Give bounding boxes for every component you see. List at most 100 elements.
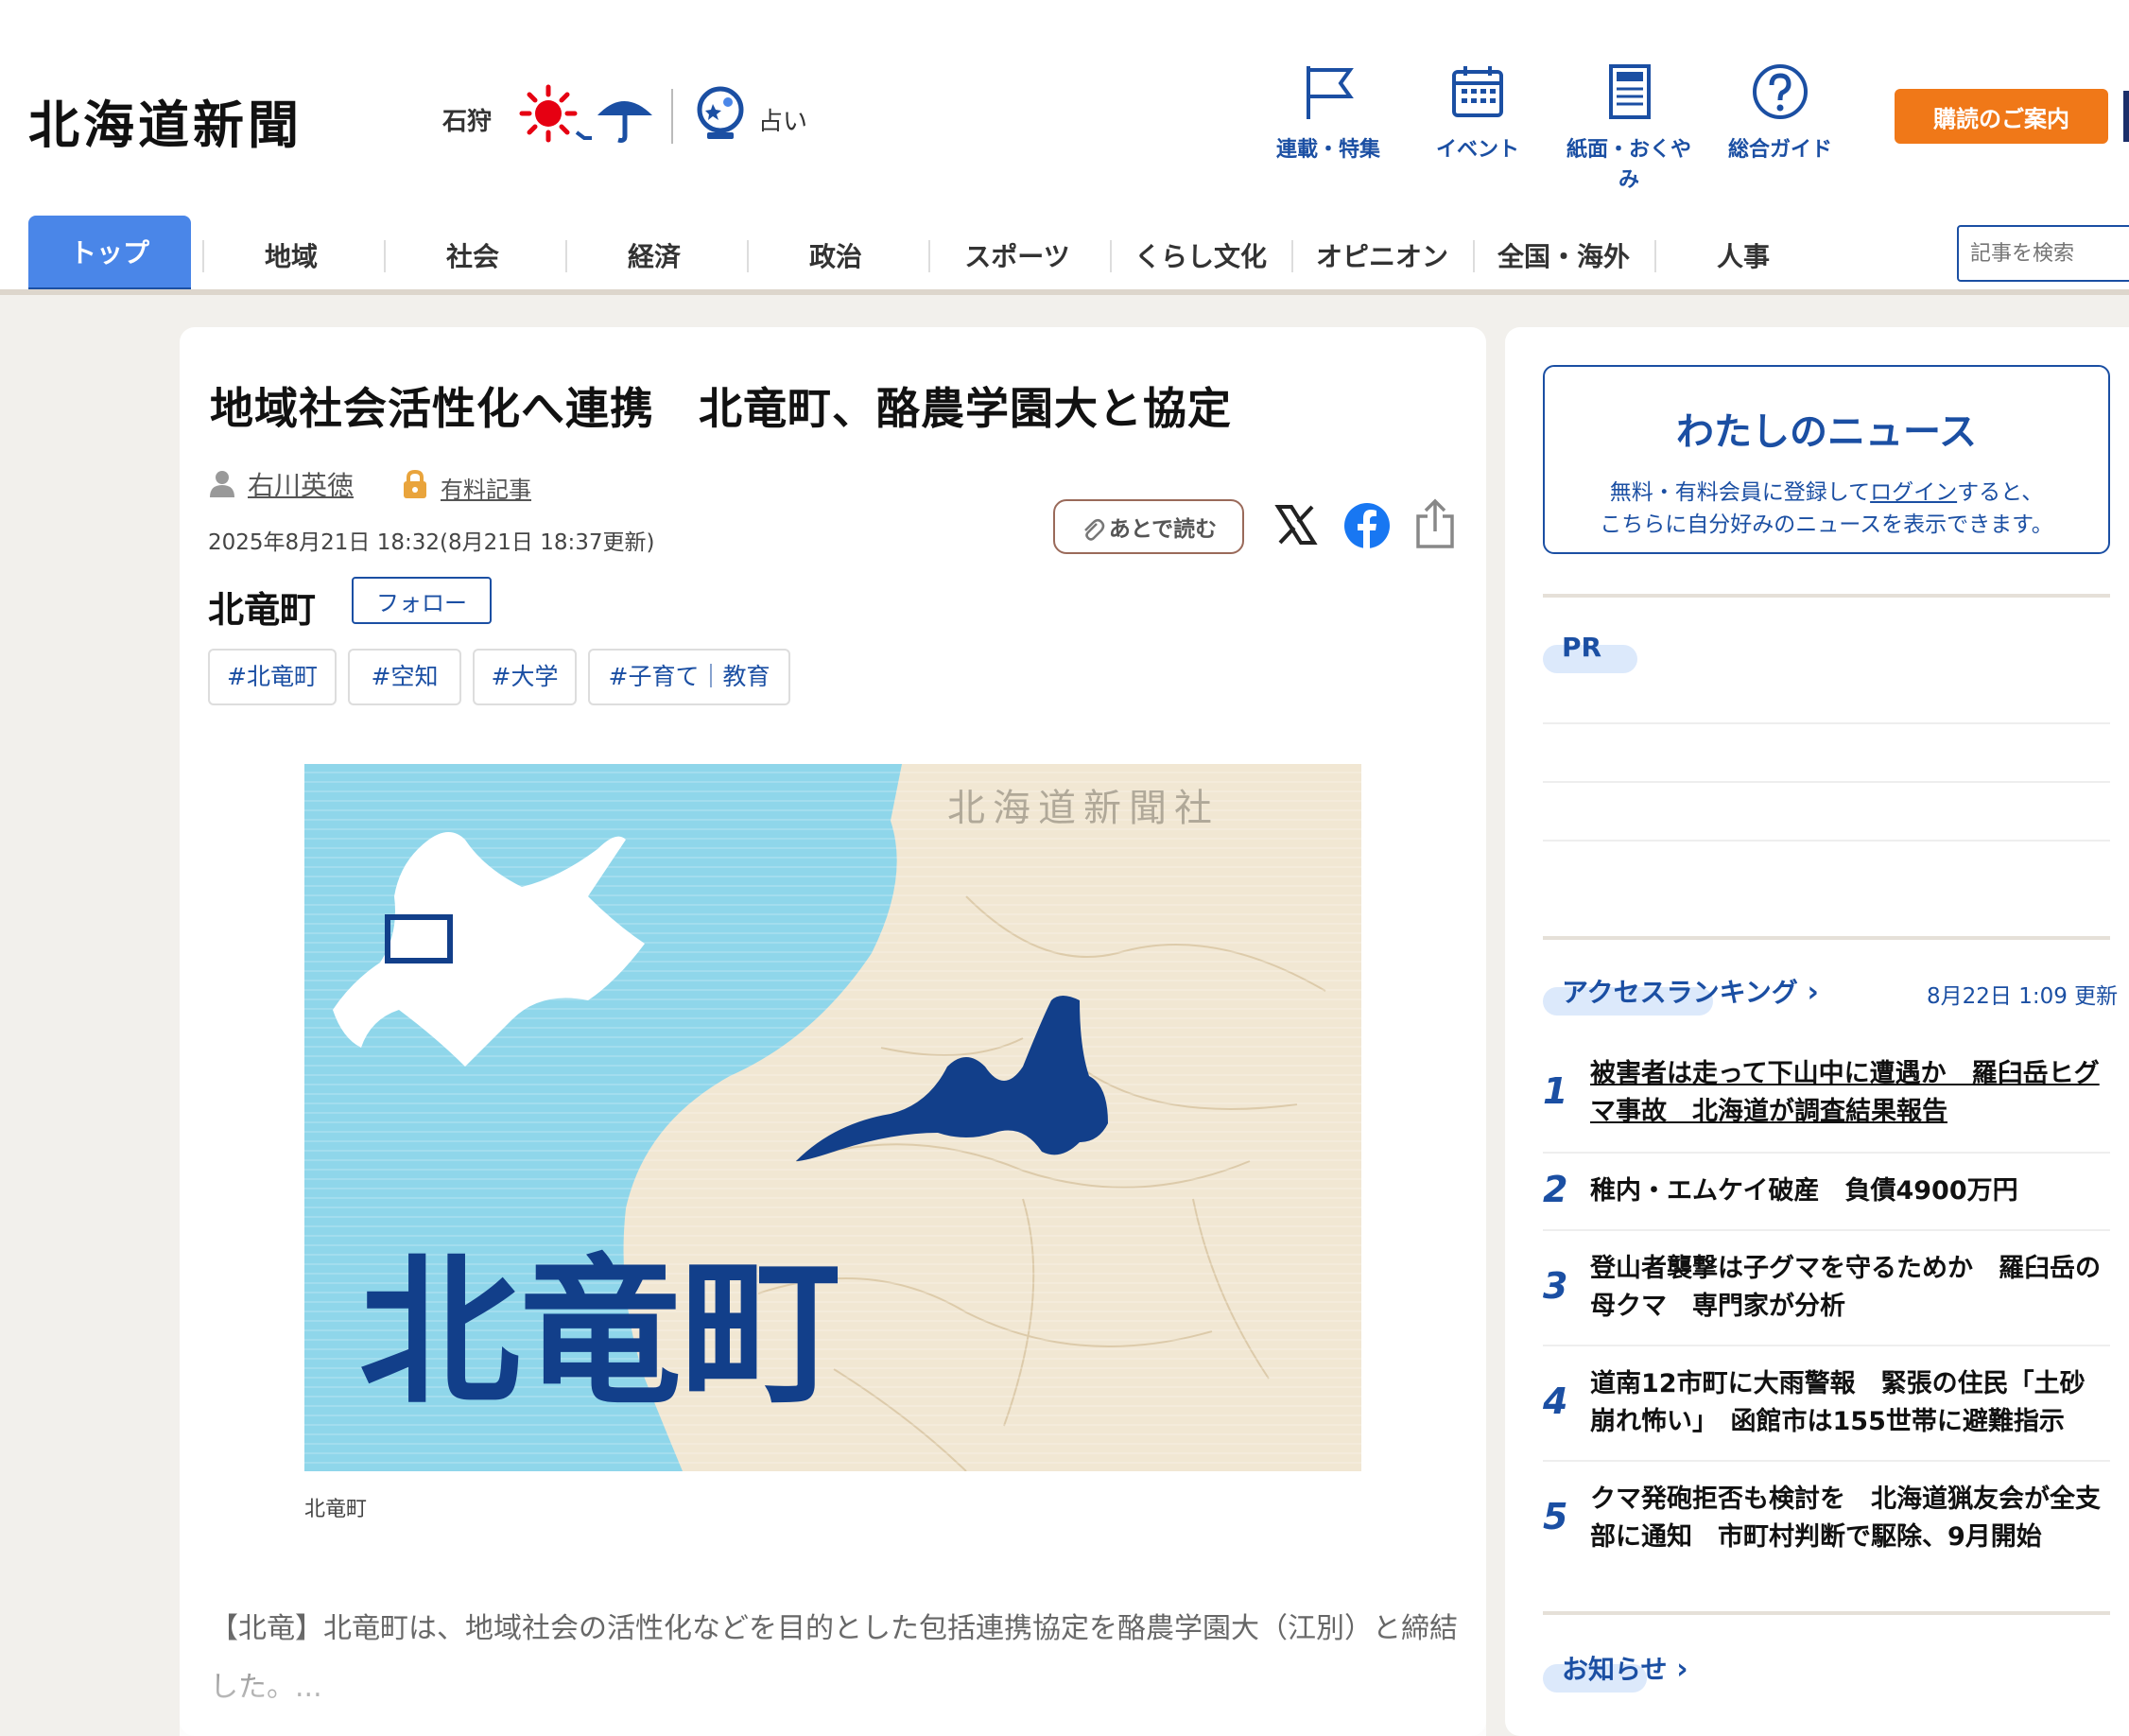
notice-title-link[interactable]: お知らせ › xyxy=(1562,1649,1688,1687)
tab-society[interactable]: 社会 xyxy=(391,238,554,276)
ranking-divider xyxy=(1543,1345,2110,1346)
author-link[interactable]: 右川英徳 xyxy=(248,465,354,503)
notice-title: お知らせ xyxy=(1562,1654,1668,1685)
article-title: 地域社会活性化へ連携 北竜町、酪農学園大と協定 xyxy=(210,383,1232,434)
my-news-text: すると、 xyxy=(1957,480,2044,505)
pr-slot-divider xyxy=(1543,840,2110,842)
tab-sports[interactable]: スポーツ xyxy=(936,238,1099,276)
my-news-text: 無料・有料会員に登録して xyxy=(1609,480,1871,505)
header-divider xyxy=(671,89,673,144)
read-later-button[interactable]: あとで読む xyxy=(1053,499,1244,554)
weather-region[interactable]: 石狩 xyxy=(442,102,492,137)
tab-divider xyxy=(928,240,930,272)
paid-article-badge[interactable]: 有料記事 xyxy=(441,471,531,504)
town-topic-name[interactable]: 北竜町 xyxy=(208,581,316,633)
tab-divider xyxy=(565,240,567,272)
paperclip-icon xyxy=(1083,518,1105,541)
article-card: 地域社会活性化へ連携 北竜町、酪農学園大と協定 右川英徳 有料記事 2025年8… xyxy=(180,327,1486,1736)
calendar-icon xyxy=(1452,66,1503,117)
nav-paper-obituaries[interactable]: 紙面・おくやみ xyxy=(1558,61,1700,193)
site-header: 北海道新聞 石狩 占い 連載・特集 イベント 紙面・おくやみ 総合ガイド 購読の… xyxy=(0,0,2129,295)
fortune-crystal-ball-icon[interactable] xyxy=(692,85,749,142)
ranking-divider xyxy=(1543,1152,2110,1154)
chevron-right-icon: › xyxy=(1807,976,1819,1009)
ranking-number: 5 xyxy=(1543,1496,1568,1537)
ranking-title-link[interactable]: アクセスランキング › xyxy=(1562,972,1819,1010)
ranking-item[interactable]: 4 道南12市町に大雨警報 緊張の住民「土砂崩れ怖い」 函館市は155世帯に避難… xyxy=(1543,1365,2110,1479)
ranking-item[interactable]: 5 クマ発砲拒否も検討を 北海道猟友会が全支部に通知 市町村判断で駆除、9月開始 xyxy=(1543,1481,2110,1594)
tab-economy[interactable]: 経済 xyxy=(573,238,736,276)
ranking-headline[interactable]: 道南12市町に大雨警報 緊張の住民「土砂崩れ怖い」 函館市は155世帯に避難指示 xyxy=(1590,1365,2101,1441)
side-divider xyxy=(1543,594,2110,598)
facebook-share-icon[interactable] xyxy=(1342,501,1392,550)
nav-events[interactable]: イベント xyxy=(1407,61,1549,163)
tab-life-culture[interactable]: くらし文化 xyxy=(1114,238,1288,276)
tab-divider xyxy=(1473,240,1475,272)
nav-general-guide[interactable]: 総合ガイド xyxy=(1709,61,1851,163)
pr-label: PR xyxy=(1562,632,1602,663)
site-logo[interactable]: 北海道新聞 xyxy=(28,83,303,158)
tab-divider xyxy=(202,240,204,272)
tab-divider xyxy=(1291,240,1293,272)
ranking-number: 1 xyxy=(1543,1070,1568,1112)
tab-national-overseas[interactable]: 全国・海外 xyxy=(1477,238,1651,276)
share-icon[interactable] xyxy=(1412,497,1458,550)
nav-series-features[interactable]: 連載・特集 xyxy=(1257,61,1399,163)
paywall-fade xyxy=(180,1632,1486,1736)
ranking-title: アクセスランキング xyxy=(1562,977,1798,1008)
tab-top[interactable]: トップ xyxy=(28,216,191,295)
tab-personnel[interactable]: 人事 xyxy=(1662,238,1825,276)
tab-divider xyxy=(1654,240,1656,272)
follow-button[interactable]: フォロー xyxy=(352,577,492,624)
tab-politics[interactable]: 政治 xyxy=(754,238,917,276)
tab-divider xyxy=(384,240,386,272)
nav-events-label: イベント xyxy=(1435,138,1519,162)
person-icon xyxy=(210,471,234,497)
ranking-item[interactable]: 3 登山者襲撃は子グマを守るためか 羅臼岳の母クマ 専門家が分析 xyxy=(1543,1250,2110,1363)
my-news-description: 無料・有料会員に登録してログインすると、 こちらに自分好みのニュースを表示できま… xyxy=(1545,477,2108,541)
tag-parenting-education[interactable]: #子育て｜教育 xyxy=(588,649,790,705)
ranking-updated-time: 8月22日 1:09 更新 xyxy=(1927,984,2119,1009)
category-nav: トップ 地域 社会 経済 政治 スポーツ くらし文化 オピニオン 全国・海外 人… xyxy=(0,216,2129,295)
publish-date: 2025年8月21日 18:32(8月21日 18:37更新) xyxy=(208,530,655,555)
flag-icon xyxy=(1307,66,1354,119)
tab-divider xyxy=(1110,240,1112,272)
tab-opinion[interactable]: オピニオン xyxy=(1295,238,1469,276)
tag-hokuryu[interactable]: #北竜町 xyxy=(208,649,337,705)
ranking-number: 2 xyxy=(1543,1169,1568,1210)
x-share-icon[interactable] xyxy=(1272,501,1320,548)
map-watermark: 北海道新聞社 xyxy=(947,787,1220,830)
ranking-headline[interactable]: 稚内・エムケイ破産 負債4900万円 xyxy=(1590,1172,2101,1210)
my-news-title: わたしのニュース xyxy=(1676,410,1977,454)
nav-underline xyxy=(0,289,2129,295)
ranking-headline[interactable]: クマ発砲拒否も検討を 北海道猟友会が全支部に通知 市町村判断で駆除、9月開始 xyxy=(1590,1481,2101,1556)
chevron-right-icon: › xyxy=(1676,1653,1688,1686)
nav-series-features-label: 連載・特集 xyxy=(1275,138,1380,162)
pr-slot-divider xyxy=(1543,722,2110,724)
pr-slot-divider xyxy=(1543,781,2110,783)
tag-university[interactable]: #大学 xyxy=(473,649,577,705)
subscribe-button[interactable]: 購読のご案内 xyxy=(1895,89,2108,144)
ranking-divider xyxy=(1543,1229,2110,1231)
ranking-item[interactable]: 2 稚内・エムケイ破産 負債4900万円 xyxy=(1543,1169,2110,1248)
my-news-panel: わたしのニュース 無料・有料会員に登録してログインすると、 こちらに自分好みのニ… xyxy=(1543,365,2110,554)
tab-region[interactable]: 地域 xyxy=(210,238,372,276)
lock-icon xyxy=(404,469,426,498)
help-icon xyxy=(1753,64,1808,119)
ranking-headline[interactable]: 被害者は走って下山中に遭遇か 羅臼岳ヒグマ事故 北海道が調査結果報告 xyxy=(1590,1055,2101,1131)
figure-caption: 北竜町 xyxy=(304,1498,368,1521)
side-divider xyxy=(1543,936,2110,940)
tag-sorachi[interactable]: #空知 xyxy=(348,649,461,705)
map-town-label: 北竜町 xyxy=(359,1240,841,1427)
article-map-image[interactable]: 北海道新聞社 北竜町 xyxy=(304,764,1361,1471)
side-column: わたしのニュース 無料・有料会員に登録してログインすると、 こちらに自分好みのニ… xyxy=(1505,327,2129,1736)
nav-paper-obituaries-label: 紙面・おくやみ xyxy=(1566,138,1691,192)
weather-sun-umbrella-icon[interactable] xyxy=(518,83,658,144)
login-link[interactable]: ログイン xyxy=(1870,480,1957,505)
fortune-link[interactable]: 占い xyxy=(758,102,807,137)
search-input[interactable] xyxy=(1957,225,2129,282)
ranking-headline[interactable]: 登山者襲撃は子グマを守るためか 羅臼岳の母クマ 専門家が分析 xyxy=(1590,1250,2101,1326)
my-news-text: こちらに自分好みのニュースを表示できます。 xyxy=(1600,512,2053,537)
header-edge-block xyxy=(2123,91,2129,142)
side-divider xyxy=(1543,1611,2110,1615)
